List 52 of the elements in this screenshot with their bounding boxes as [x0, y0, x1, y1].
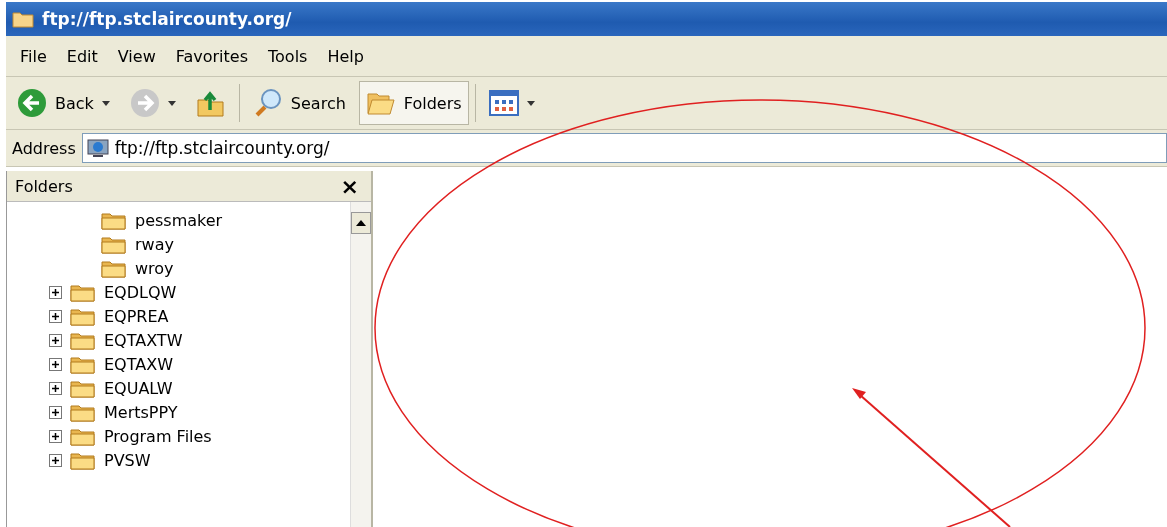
folder-item[interactable]: EQTAXTW	[104, 330, 183, 350]
folder-item[interactable]: PVSW	[104, 450, 151, 470]
expand-icon[interactable]	[49, 333, 62, 347]
folder-item[interactable]: pessmaker	[135, 210, 223, 230]
menu-item[interactable]: Favorites	[167, 43, 256, 69]
folder-icon	[101, 234, 127, 254]
folder-item[interactable]: rway	[135, 234, 174, 254]
expand-icon[interactable]	[49, 285, 62, 299]
folder-icon	[70, 426, 96, 446]
folder-icon	[101, 258, 127, 278]
caret-icon	[167, 100, 176, 106]
views-icon	[488, 90, 519, 116]
expand-icon[interactable]	[49, 453, 62, 467]
window-title: ftp://ftp.stclaircounty.org/	[42, 9, 292, 29]
expand-icon[interactable]	[49, 429, 62, 443]
folder-item[interactable]: EQPREA	[104, 306, 169, 326]
folder-icon	[70, 378, 96, 398]
expand-icon[interactable]	[49, 381, 62, 395]
menu-item[interactable]: View	[109, 43, 164, 69]
address-label: Address	[12, 138, 76, 158]
address-field[interactable]: ftp://ftp.stclaircounty.org/	[81, 133, 1167, 163]
scroll-up-icon[interactable]	[356, 220, 366, 226]
pane-title: Folders	[15, 176, 73, 196]
back-button[interactable]: Back	[10, 81, 117, 125]
folder-item[interactable]: EQTAXW	[104, 354, 173, 374]
menu-item[interactable]: Edit	[58, 43, 106, 69]
search-button[interactable]: Search	[245, 81, 353, 125]
caret-icon	[101, 100, 110, 106]
expand-icon[interactable]	[49, 357, 62, 371]
folder-icon	[70, 282, 96, 302]
scrollbar[interactable]	[350, 202, 371, 527]
folder-item[interactable]: wroy	[135, 258, 174, 278]
folder-icon	[70, 306, 96, 326]
folder-icon	[70, 402, 96, 422]
folders-button[interactable]: Folders	[358, 81, 469, 125]
menu-item[interactable]: Tools	[260, 43, 316, 69]
folder-icon	[101, 210, 127, 230]
folder-item[interactable]: EQUALW	[104, 378, 173, 398]
network-folder-icon	[86, 138, 109, 158]
folder-icon	[70, 330, 96, 350]
folder-icon	[70, 450, 96, 470]
menu-item[interactable]: File	[12, 43, 55, 69]
folder-item[interactable]: MertsPPY	[104, 402, 178, 422]
expand-icon[interactable]	[49, 405, 62, 419]
menu-item[interactable]: Help	[319, 43, 372, 69]
expand-icon[interactable]	[49, 309, 62, 323]
close-button[interactable]: ×	[336, 173, 363, 199]
folder-item[interactable]: EQDLQW	[104, 282, 177, 302]
folder-item[interactable]: Program Files	[104, 426, 212, 446]
folder-icon	[70, 354, 96, 374]
folder-icon	[12, 10, 34, 28]
caret-icon	[526, 100, 535, 106]
